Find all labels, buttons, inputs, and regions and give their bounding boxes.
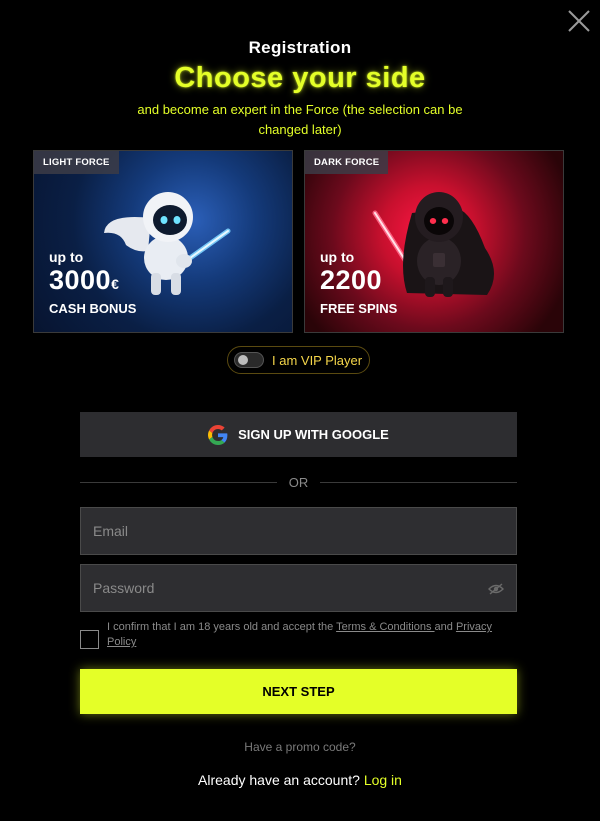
card-upto: up to [49,249,84,265]
login-prompt-row: Already have an account? Log in [0,772,600,788]
consent-text: I confirm that I am 18 years old and acc… [107,620,517,650]
bonus-amount: 3000 [49,265,112,295]
card-bonus-label: CASH BONUS [49,301,137,316]
login-link[interactable]: Log in [364,772,402,788]
login-prompt: Already have an account? [198,772,360,788]
consent-and: and [434,621,456,633]
consent-text-before: I confirm that I am 18 years old and acc… [107,621,337,633]
dark-force-card[interactable]: DARK FORCE up to 2200 FREE SPINS [304,150,564,333]
email-field-wrapper [80,507,517,555]
vip-label: I am VIP Player [272,352,363,368]
card-bonus-label: FREE SPINS [320,301,398,316]
close-icon [568,10,590,32]
password-input[interactable] [81,565,516,611]
password-field-wrapper [80,564,517,612]
switch-knob [238,355,248,365]
next-step-button[interactable]: NEXT STEP [80,669,517,714]
card-amount: 3000€ [49,265,119,296]
headline: Choose your side [174,62,426,94]
google-signup-button[interactable]: SIGN UP WITH GOOGLE [80,412,517,457]
terms-checkbox[interactable] [80,630,99,649]
or-divider: OR [80,474,517,490]
currency-symbol: € [111,276,120,292]
close-button[interactable] [566,8,592,34]
email-input[interactable] [81,508,516,554]
terms-consent: I confirm that I am 18 years old and acc… [80,620,517,650]
card-tag: DARK FORCE [305,151,389,174]
card-tag: LIGHT FORCE [34,151,119,174]
divider-line [320,481,517,483]
eye-hidden-icon[interactable] [488,581,504,597]
vip-toggle[interactable]: I am VIP Player [227,346,370,374]
google-signup-label: SIGN UP WITH GOOGLE [238,427,389,442]
vip-switch[interactable] [234,352,264,368]
subtitle: and become an expert in the Force (the s… [137,102,463,137]
dark-knight-illustration [372,192,495,297]
light-force-card[interactable]: LIGHT FORCE up to 3000€ CASH BONUS [33,150,293,333]
google-icon [208,424,228,445]
page-title: Registration [248,38,352,57]
or-label: OR [288,474,309,490]
divider-line [80,481,277,483]
terms-link[interactable]: Terms & Conditions [336,621,434,633]
card-upto: up to [320,249,355,265]
promo-code-link[interactable]: Have a promo code? [0,740,600,754]
card-amount: 2200 [320,265,383,295]
